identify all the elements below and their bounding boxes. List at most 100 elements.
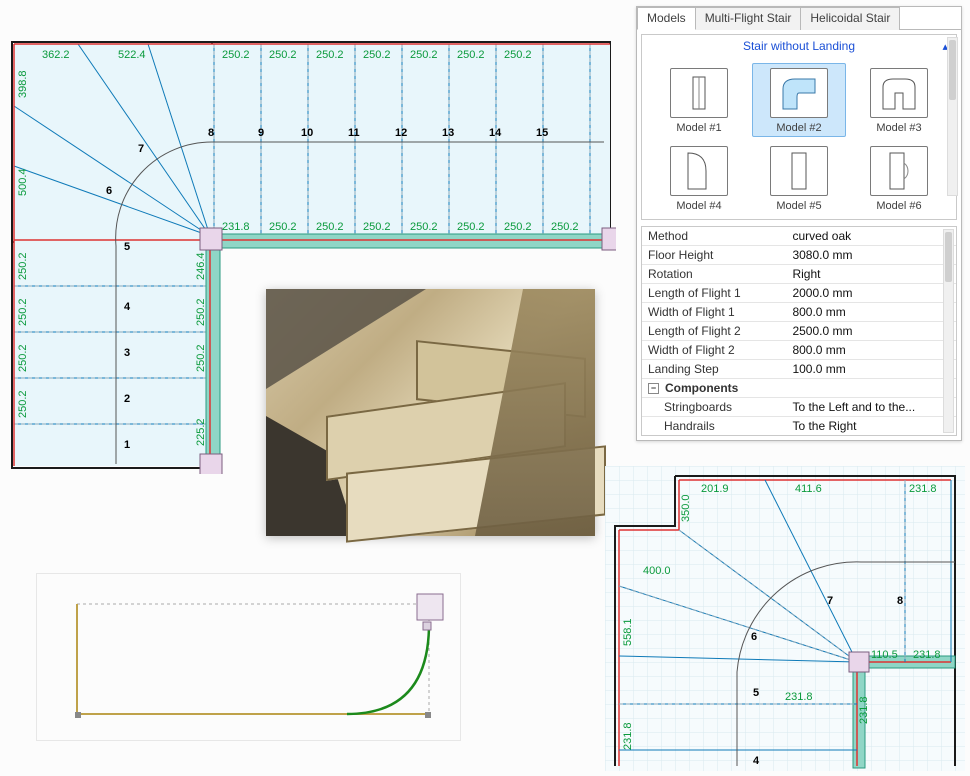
svg-text:250.2: 250.2 [17,390,29,418]
svg-text:231.8: 231.8 [858,696,870,724]
svg-text:12: 12 [395,127,407,139]
svg-text:250.2: 250.2 [269,49,297,61]
svg-text:250.2: 250.2 [551,221,579,233]
model-6[interactable]: Model #6 [852,141,946,215]
svg-text:250.2: 250.2 [195,298,207,326]
model-3-icon [870,68,928,118]
model-2[interactable]: Model #2 [752,63,846,137]
svg-text:4: 4 [753,755,760,767]
svg-text:246.4: 246.4 [195,252,207,280]
prop-rotation[interactable]: RotationRight [642,264,956,283]
tab-helicoidal[interactable]: Helicoidal Stair [800,7,900,30]
svg-text:231.8: 231.8 [909,483,937,495]
accordion-title: Stair without Landing [743,39,855,53]
svg-text:231.8: 231.8 [785,691,813,703]
svg-text:522.4: 522.4 [118,49,146,61]
svg-text:398.8: 398.8 [17,70,29,98]
svg-text:8: 8 [208,127,214,139]
prop-width-flight-1[interactable]: Width of Flight 1800.0 mm [642,302,956,321]
model-2-icon [770,68,828,118]
model-label: Model #1 [676,122,721,134]
svg-text:231.8: 231.8 [913,649,941,661]
prop-group-components[interactable]: −Components [642,378,956,397]
svg-text:7: 7 [827,595,833,607]
svg-text:14: 14 [489,127,502,139]
svg-text:250.2: 250.2 [363,49,391,61]
svg-text:4: 4 [124,301,131,313]
svg-text:250.2: 250.2 [457,49,485,61]
svg-text:201.9: 201.9 [701,483,729,495]
stair-properties-panel: Models Multi-Flight Stair Helicoidal Sta… [636,6,962,441]
model-5-icon [770,146,828,196]
model-4[interactable]: Model #4 [652,141,746,215]
svg-text:7: 7 [138,143,144,155]
prop-handrails[interactable]: HandrailsTo the Right [642,416,956,435]
svg-text:250.2: 250.2 [457,221,485,233]
svg-text:15: 15 [536,127,548,139]
model-label: Model #3 [876,122,921,134]
tab-multi-flight[interactable]: Multi-Flight Stair [695,7,802,30]
collapse-icon[interactable]: − [648,383,659,394]
stair-3d-preview [266,289,595,536]
svg-text:362.2: 362.2 [42,49,70,61]
svg-text:5: 5 [753,687,759,699]
svg-text:3: 3 [124,347,130,359]
svg-text:250.2: 250.2 [17,298,29,326]
floor-plan-bottom-right: 201.9 411.6 231.8 350.0 400.0 558.1 231.… [605,466,960,766]
svg-text:350.0: 350.0 [680,494,692,522]
svg-text:411.6: 411.6 [795,483,822,495]
prop-width-flight-2[interactable]: Width of Flight 2800.0 mm [642,340,956,359]
svg-text:250.2: 250.2 [316,221,344,233]
svg-text:250.2: 250.2 [316,49,344,61]
model-6-icon [870,146,928,196]
svg-text:225.2: 225.2 [195,418,207,446]
model-3[interactable]: Model #3 [852,63,946,137]
svg-text:250.2: 250.2 [504,49,532,61]
svg-text:110.5: 110.5 [871,649,898,661]
model-label: Model #4 [676,200,721,212]
svg-text:6: 6 [751,631,757,643]
model-1[interactable]: Model #1 [652,63,746,137]
prop-length-flight-1[interactable]: Length of Flight 12000.0 mm [642,283,956,302]
svg-text:250.2: 250.2 [195,344,207,372]
accordion-stair-without-landing[interactable]: Stair without Landing ▴ [642,35,956,57]
panel-tabs: Models Multi-Flight Stair Helicoidal Sta… [637,7,961,30]
svg-text:231.8: 231.8 [222,221,250,233]
prop-method[interactable]: Methodcurved oak [642,227,956,245]
stair-sketch-bottom-left [36,573,461,741]
properties-grid: Methodcurved oak Floor Height3080.0 mm R… [641,226,957,436]
model-4-icon [670,146,728,196]
svg-text:13: 13 [442,127,454,139]
svg-text:250.2: 250.2 [269,221,297,233]
svg-text:250.2: 250.2 [17,344,29,372]
tab-models[interactable]: Models [637,7,696,30]
properties-scrollbar[interactable] [943,229,954,433]
svg-text:500.4: 500.4 [17,168,29,196]
svg-text:558.1: 558.1 [622,618,634,646]
model-label: Model #5 [776,200,821,212]
svg-text:231.8: 231.8 [622,722,634,750]
prop-floor-height[interactable]: Floor Height3080.0 mm [642,245,956,264]
model-label: Model #2 [776,122,821,134]
svg-text:6: 6 [106,185,112,197]
svg-text:250.2: 250.2 [17,252,29,280]
models-grid: Model #1 Model #2 Model #3 Model #4 Mode… [642,57,956,219]
svg-text:11: 11 [348,127,360,139]
prop-landing-step[interactable]: Landing Step100.0 mm [642,359,956,378]
svg-text:2: 2 [124,393,130,405]
svg-text:250.2: 250.2 [222,49,250,61]
svg-text:250.2: 250.2 [410,221,438,233]
prop-length-flight-2[interactable]: Length of Flight 22500.0 mm [642,321,956,340]
svg-text:9: 9 [258,127,264,139]
svg-text:1: 1 [124,439,130,451]
prop-stringboards[interactable]: StringboardsTo the Left and to the... [642,397,956,416]
model-label: Model #6 [876,200,921,212]
svg-text:250.2: 250.2 [410,49,438,61]
svg-text:400.0: 400.0 [643,565,671,577]
svg-text:8: 8 [897,595,903,607]
models-scrollbar[interactable] [947,37,958,196]
model-5[interactable]: Model #5 [752,141,846,215]
svg-text:10: 10 [301,127,313,139]
svg-text:5: 5 [124,241,130,253]
model-1-icon [670,68,728,118]
